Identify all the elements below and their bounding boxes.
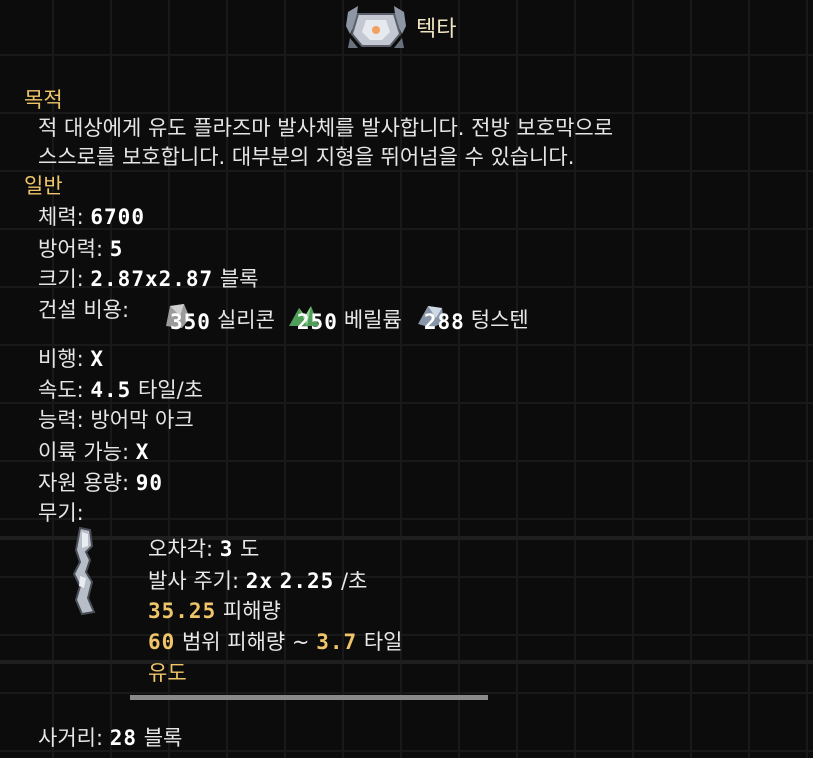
stat-can-boost: 이륙 가능: X	[38, 436, 149, 466]
weapon-reload: 발사 주기: 2x 2.25 /초	[148, 565, 367, 595]
splash-range-value: 3.7	[316, 630, 358, 654]
stat-value: 6700	[90, 205, 145, 229]
general-header: 일반	[24, 174, 63, 198]
stat-value: 2.87x2.87	[90, 267, 214, 291]
stat-ability: 능력: 방어막 아크	[38, 404, 194, 434]
stat-unit: 블록	[137, 726, 183, 750]
stat-flying: 비행: X	[38, 343, 104, 373]
stat-unit: /초	[334, 569, 368, 593]
splash-damage-label: 범위 피해량 ~	[175, 630, 317, 654]
stat-label: 오차각:	[148, 537, 220, 561]
splash-range-unit: 타일	[357, 630, 403, 654]
damage-label: 피해량	[216, 599, 281, 623]
stat-item-capacity: 자원 용량: 90	[38, 467, 163, 497]
stat-range: 사거리: 28 블록	[38, 722, 182, 752]
cost-resource-name: 실리콘	[216, 308, 275, 332]
tecta-mech-icon	[346, 6, 406, 48]
stat-unit: 도	[233, 537, 260, 561]
stat-label: 자원 용량:	[38, 471, 136, 495]
reload-multiplier: 2x	[245, 569, 274, 593]
stat-label: 발사 주기:	[148, 569, 246, 593]
unit-name: 텍타	[416, 17, 457, 42]
unit-info-panel: 텍타 목적 적 대상에게 유도 플라즈마 발사체를 발사합니다. 전방 보호막으…	[0, 0, 813, 758]
stat-value: 28	[109, 726, 138, 750]
stat-size: 크기: 2.87x2.87 블록	[38, 263, 259, 293]
stat-value: 5	[109, 237, 124, 261]
stat-value: 방어막 아크	[90, 408, 194, 432]
stat-value: X	[90, 347, 105, 371]
cost-amount: 288	[423, 310, 465, 334]
cost-amount: 250	[296, 310, 338, 334]
stat-value: 3	[219, 537, 234, 561]
cost-resource-name: 텅스텐	[470, 308, 529, 332]
purpose-header: 목적	[24, 88, 63, 112]
damage-value: 35.25	[148, 599, 217, 623]
cost-item-silicon: 350 실리콘	[160, 300, 275, 334]
stat-value: 2.25	[279, 569, 335, 593]
weapon-inaccuracy: 오차각: 3 도	[148, 533, 259, 563]
stat-label: 비행:	[38, 347, 91, 371]
stat-unit: 타일/초	[131, 378, 204, 402]
unit-header: 텍타	[344, 4, 456, 50]
tecta-weapon-icon	[72, 526, 96, 616]
stat-value: X	[135, 440, 150, 464]
stat-label: 방어력:	[38, 237, 110, 261]
stat-build-cost-label: 건설 비용:	[38, 298, 130, 322]
unit-description: 적 대상에게 유도 플라즈마 발사체를 발사합니다. 전방 보호막으로 스스로를…	[38, 114, 778, 172]
stat-label: 능력:	[38, 408, 91, 432]
stat-health: 체력: 6700	[38, 201, 145, 231]
cost-item-tungsten: 288 텅스텐	[414, 300, 529, 334]
stat-label: 체력:	[38, 205, 91, 229]
cost-item-beryllium: 250 베릴륨	[287, 300, 402, 334]
stat-speed: 속도: 4.5 타일/초	[38, 374, 203, 404]
stat-label: 사거리:	[38, 726, 110, 750]
splash-damage-value: 60	[148, 630, 176, 654]
stat-label: 크기:	[38, 267, 91, 291]
weapon-divider	[130, 695, 488, 700]
build-cost-list: 350 실리콘 250 베릴륨 288 텅스텐	[160, 300, 529, 334]
weapon-damage: 35.25 피해량	[148, 595, 281, 625]
cost-amount: 350	[170, 310, 211, 334]
stat-value: 4.5	[90, 378, 132, 402]
stat-value: 90	[135, 471, 164, 495]
cost-resource-name: 베릴륨	[343, 308, 402, 332]
stat-unit: 블록	[213, 267, 259, 291]
weapon-homing: 유도	[148, 661, 187, 685]
stat-label: 속도:	[38, 378, 91, 402]
weapon-splash-damage: 60 범위 피해량 ~ 3.7 타일	[148, 626, 402, 656]
stat-weapons-label: 무기:	[38, 501, 84, 525]
stat-label: 이륙 가능:	[38, 440, 136, 464]
description-line: 적 대상에게 유도 플라즈마 발사체를 발사합니다. 전방 보호막으로	[38, 116, 614, 140]
stat-armor: 방어력: 5	[38, 233, 123, 263]
description-line: 스스로를 보호합니다. 대부분의 지형을 뛰어넘을 수 있습니다.	[38, 145, 575, 169]
